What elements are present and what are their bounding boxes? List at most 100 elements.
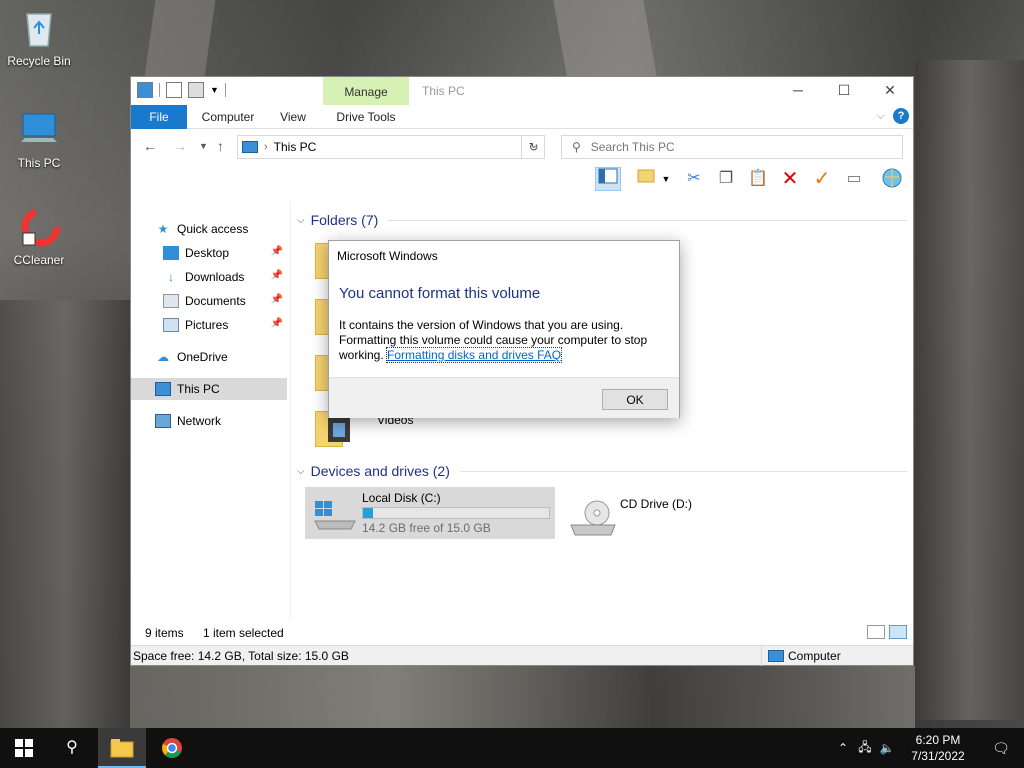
close-button[interactable]: ✕ [867,77,913,105]
desktop-icon [163,246,179,260]
cut-icon[interactable]: ✂ [681,167,707,191]
wallpaper-rock [0,300,130,730]
details-view-icon[interactable] [867,625,885,639]
chevron-down-icon[interactable]: ⌵ [297,215,305,226]
taskbar-chrome[interactable] [148,728,196,768]
tab-view[interactable]: View [271,105,315,129]
sidebar-item-onedrive[interactable]: ☁ OneDrive [155,346,287,368]
status-bar: 9 items 1 item selected [131,623,913,643]
separator [159,83,160,97]
drive-item-d[interactable]: CD Drive (D:) [563,487,763,539]
maximize-button[interactable]: ☐ [821,77,867,105]
breadcrumb[interactable]: This PC [274,140,317,154]
sidebar-item-desktop[interactable]: Desktop 📌 [163,242,287,264]
search-input[interactable]: ⚲ Search This PC [561,135,903,159]
desktop-icon-this-pc[interactable]: This PC [1,108,77,170]
drive-item-c[interactable]: Local Disk (C:) 14.2 GB free of 15.0 GB [305,487,555,539]
checkmark-icon[interactable]: ✓ [809,167,835,191]
chevron-down-icon[interactable]: ⌵ [297,466,305,477]
search-button[interactable]: ⚲ [48,728,96,768]
separator [224,83,226,97]
clock-date: 7/31/2022 [911,749,965,763]
expand-ribbon-icon[interactable]: ⌵ [877,110,885,123]
sidebar-item-pictures[interactable]: Pictures 📌 [163,314,287,336]
new-folder-icon[interactable] [188,82,204,98]
this-pc-icon [242,141,258,153]
sidebar-item-label: Network [177,414,222,428]
preview-pane-button[interactable] [595,167,621,191]
group-header-folders[interactable]: ⌵ Folders (7) [297,212,907,228]
sidebar-item-this-pc[interactable]: This PC [131,378,287,400]
window-controls: ─ ☐ ✕ [775,77,913,105]
drive-name: CD Drive (D:) [620,497,692,511]
computer-icon[interactable] [137,82,153,98]
group-header-devices[interactable]: ⌵ Devices and drives (2) [297,463,907,479]
qat-dropdown-icon[interactable]: ▼ [210,85,219,95]
new-folder-icon[interactable] [633,167,659,191]
notification-icon[interactable]: 🗨 [978,740,1024,757]
pin-icon[interactable]: 📌 [271,246,283,257]
window-title: This PC [422,84,465,98]
pin-icon[interactable]: 📌 [271,294,283,305]
this-pc-icon [155,382,171,396]
folder-icon [110,739,134,758]
recent-locations-icon[interactable]: ▼ [199,141,208,151]
delete-icon[interactable]: ✕ [777,167,803,191]
sidebar-item-label: Desktop [185,246,230,260]
faq-link[interactable]: Formatting disks and drives FAQ [386,347,563,363]
taskbar-file-explorer[interactable] [98,728,146,768]
tab-manage[interactable]: Manage [323,77,409,105]
desktop-icon-label: Recycle Bin [7,54,71,68]
sidebar-item-network[interactable]: Network [155,410,287,432]
breadcrumb-chevron-icon[interactable]: › [264,141,268,153]
paste-icon[interactable]: 📋 [745,167,771,191]
view-switcher [867,625,907,639]
volume-icon[interactable]: 🔈 [876,741,898,755]
pin-icon[interactable]: 📌 [271,318,283,329]
chevron-down-icon[interactable]: ▼ [659,167,673,191]
cloud-icon: ☁ [157,350,169,364]
ok-button[interactable]: OK [602,389,668,410]
sidebar-item-documents[interactable]: Documents 📌 [163,290,287,312]
copy-icon[interactable]: ❐ [713,167,739,191]
desktop-icon-label: CCleaner [13,253,65,267]
sidebar-item-quick-access[interactable]: ★ Quick access [155,218,287,240]
wallpaper-rock [553,0,657,76]
this-pc-icon [17,108,61,152]
globe-icon[interactable] [879,167,905,191]
tab-computer[interactable]: Computer [193,105,263,129]
system-tray: ⌃ 🖧 🔈 6:20 PM 7/31/2022 🗨 [832,728,1024,768]
chrome-icon [162,738,182,758]
back-button[interactable]: ← [143,138,157,154]
help-icon[interactable]: ? [893,108,909,124]
rename-icon[interactable]: ▭ [841,167,867,191]
minimize-button[interactable]: ─ [775,77,821,105]
sidebar-item-downloads[interactable]: ↓ Downloads 📌 [163,266,287,288]
start-button[interactable] [0,728,48,768]
document-icon [163,294,179,308]
network-icon[interactable]: 🖧 [854,738,876,759]
tiles-view-icon[interactable] [889,625,907,639]
pin-icon[interactable]: 📌 [271,270,283,281]
refresh-button[interactable]: ↻ [521,135,545,159]
properties-icon[interactable] [166,82,182,98]
up-button[interactable]: ↑ [217,138,224,154]
group-title: Folders (7) [310,212,379,228]
forward-button[interactable]: → [173,138,187,154]
clock[interactable]: 6:20 PM 7/31/2022 [898,732,978,764]
wallpaper-rock [915,60,1024,720]
cd-drive-icon [569,499,617,536]
navigation-pane: ★ Quick access Desktop 📌 ↓ Downloads 📌 D… [131,201,291,619]
desktop-icon-ccleaner[interactable]: CCleaner [1,205,77,267]
tab-file[interactable]: File [131,105,187,129]
search-icon: ⚲ [66,739,78,756]
wallpaper-rock [144,0,216,76]
tab-drive-tools[interactable]: Drive Tools [323,105,409,129]
star-icon: ★ [157,222,169,236]
sidebar-item-label: Pictures [185,318,229,332]
address-bar[interactable]: › This PC ⌄ [237,135,545,159]
desktop-icon-recycle-bin[interactable]: Recycle Bin [1,6,77,68]
sidebar-item-label: Downloads [185,270,245,284]
pictures-icon [163,318,179,332]
chevron-up-icon[interactable]: ⌃ [832,741,854,755]
